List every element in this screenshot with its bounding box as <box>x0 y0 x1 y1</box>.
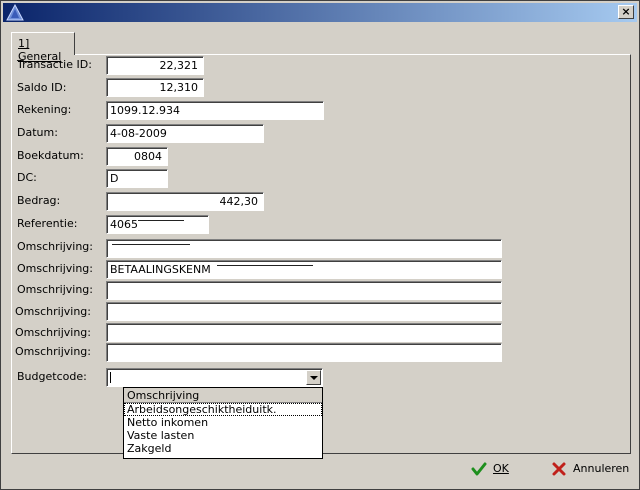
omschrijving-4-field[interactable] <box>106 302 502 321</box>
ok-button[interactable]: OK <box>467 457 527 481</box>
ok-button-label: OK <box>493 462 509 475</box>
datum-field[interactable]: 4-08-2009 <box>106 124 264 143</box>
omschrijving-1-field[interactable] <box>106 239 502 258</box>
saldo-id-label: Saldo ID: <box>17 81 67 94</box>
omschrijving-2-field[interactable]: BETAALINGSKENM <box>106 260 502 279</box>
redacted-text <box>138 220 184 223</box>
dc-field[interactable]: D <box>106 169 168 188</box>
boekdatum-field[interactable]: 0804 <box>106 147 168 166</box>
budgetcode-combobox[interactable] <box>106 368 323 387</box>
bedrag-label: Bedrag: <box>17 194 61 207</box>
transactie-id-field[interactable]: 22,321 <box>106 56 204 75</box>
dropdown-option[interactable]: Vaste lasten <box>124 429 322 442</box>
omschrijving-6-field[interactable] <box>106 343 502 362</box>
redacted-text <box>216 265 313 268</box>
dropdown-option[interactable]: Arbeidsongeschiktheiduitk. <box>124 403 322 416</box>
rekening-field[interactable]: 1099.12.934 <box>106 101 324 120</box>
title-bar[interactable]: × <box>3 3 637 22</box>
omschrijving-3-label: Omschrijving: <box>17 283 93 296</box>
referentie-value: 4065 <box>110 218 138 231</box>
referentie-label: Referentie: <box>17 217 78 230</box>
close-button[interactable]: × <box>618 5 634 19</box>
dialog-window: × 1] General Transactie ID: Saldo ID: Re… <box>0 0 640 490</box>
rekening-label: Rekening: <box>17 103 72 116</box>
budgetcode-label: Budgetcode: <box>17 370 87 383</box>
datum-label: Datum: <box>17 126 58 139</box>
budgetcode-dropdown-list: Omschrijving Arbeidsongeschiktheiduitk. … <box>123 387 323 459</box>
omschrijving-1-label: Omschrijving: <box>17 240 93 253</box>
boekdatum-label: Boekdatum: <box>17 149 84 162</box>
dropdown-option[interactable]: Zakgeld <box>124 442 322 455</box>
omschrijving-5-field[interactable] <box>106 323 502 342</box>
omschrijving-4-label: Omschrijving: <box>15 305 91 318</box>
omschrijving-2-label: Omschrijving: <box>17 262 93 275</box>
text-cursor <box>110 372 111 383</box>
omschrijving-2-value: BETAALINGSKENM <box>110 263 211 276</box>
omschrijving-3-field[interactable] <box>106 281 502 300</box>
omschrijving-5-label: Omschrijving: <box>15 326 91 339</box>
referentie-field[interactable]: 4065 <box>106 215 209 234</box>
tab-general[interactable]: 1] General <box>11 32 75 63</box>
saldo-id-field[interactable]: 12,310 <box>106 78 204 97</box>
dropdown-option[interactable]: Netto inkomen <box>124 416 322 429</box>
annuleren-button-label: Annuleren <box>573 462 630 475</box>
bedrag-field[interactable]: 442,30 <box>106 192 264 211</box>
check-icon <box>471 462 487 476</box>
redacted-text <box>112 244 190 247</box>
annuleren-button[interactable]: Annuleren <box>547 457 631 481</box>
tab-general-label: 1] General <box>18 37 62 63</box>
dc-label: DC: <box>17 171 37 184</box>
omschrijving-6-label: Omschrijving: <box>15 345 91 358</box>
dropdown-arrow-icon[interactable] <box>306 370 321 385</box>
x-icon <box>552 462 566 476</box>
dropdown-column-header[interactable]: Omschrijving <box>124 388 322 403</box>
triangle-icon <box>6 4 24 21</box>
